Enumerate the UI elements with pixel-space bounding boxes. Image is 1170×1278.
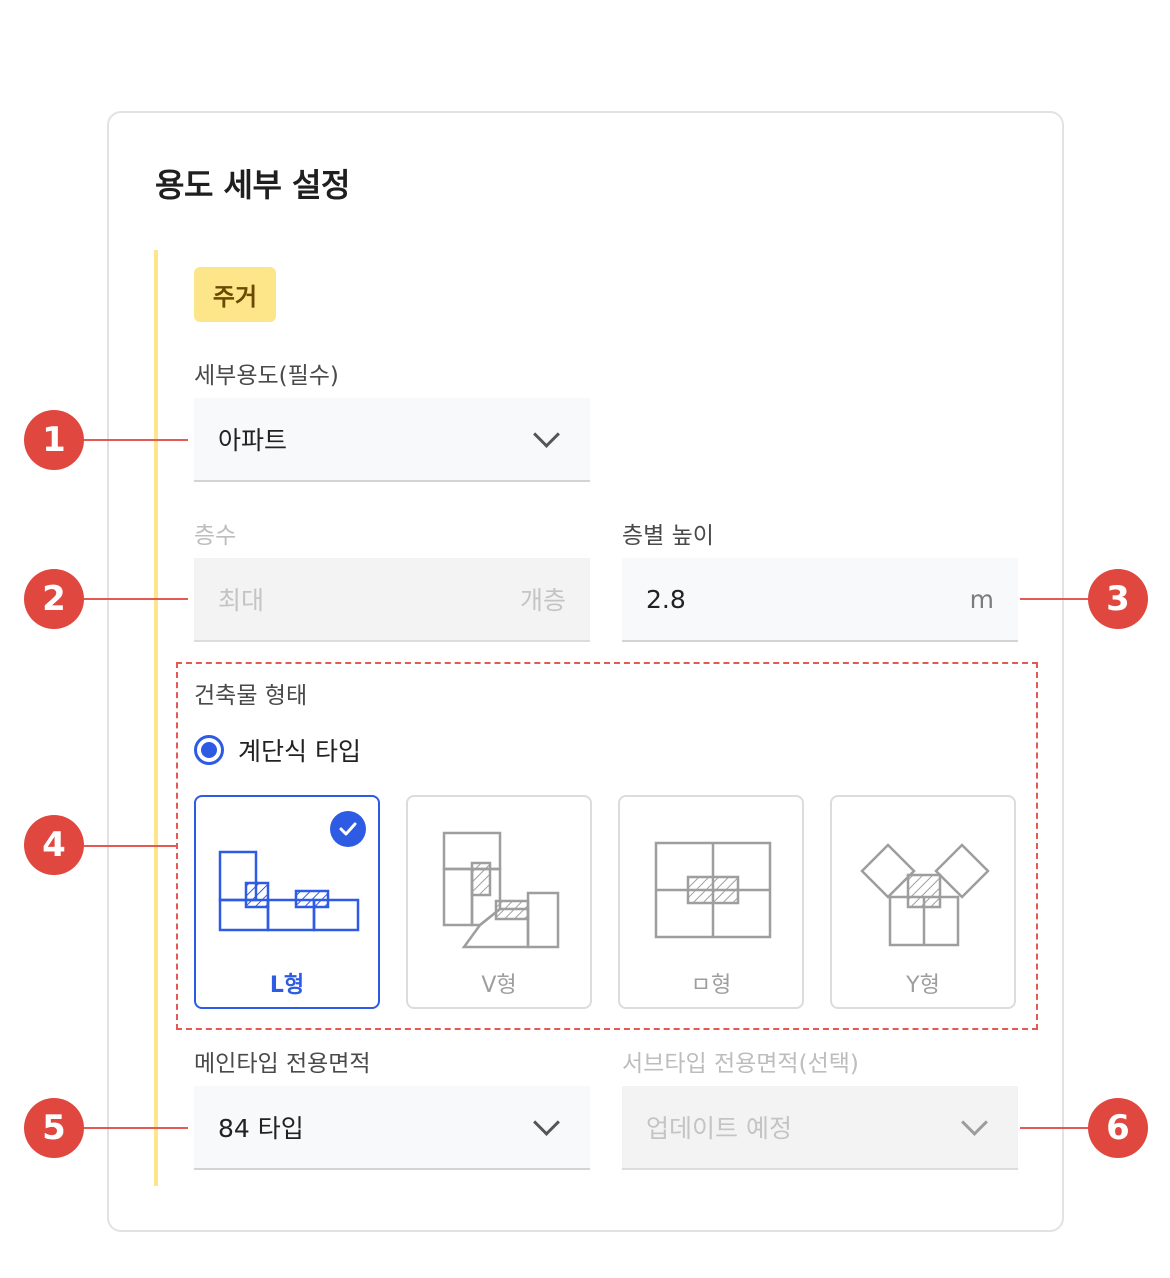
callout-line-6 (1020, 1127, 1090, 1129)
floors-placeholder: 최대 (218, 586, 265, 615)
floor-height-input[interactable]: 2.8 m (622, 558, 1018, 642)
sub-area-value: 업데이트 예정 (646, 1114, 792, 1143)
callout-badge-3: 3 (1088, 569, 1148, 629)
callout-line-3 (1020, 598, 1090, 600)
v-plan-icon (442, 831, 560, 949)
shape-label-square: ㅁ형 (690, 973, 732, 998)
shape-option-square[interactable]: ㅁ형 (618, 795, 804, 1009)
callout-badge-6: 6 (1088, 1098, 1148, 1158)
main-area-select[interactable]: 84 타입 (194, 1086, 590, 1170)
floor-height-value: 2.8 (646, 584, 686, 614)
chevron-down-icon (533, 420, 560, 448)
chevron-down-icon (533, 1108, 560, 1136)
section-accent-line (154, 250, 158, 1186)
stair-type-radio[interactable]: 계단식 타입 (194, 730, 361, 770)
callout-badge-1: 1 (24, 410, 84, 470)
building-form-label: 건축물 형태 (194, 683, 308, 709)
panel-title: 용도 세부 설정 (155, 166, 350, 204)
radio-selected-icon (194, 735, 224, 765)
use-category-chip: 주거 (194, 267, 276, 322)
sub-area-select[interactable]: 업데이트 예정 (622, 1086, 1018, 1170)
y-plan-icon (860, 843, 990, 947)
floors-label: 층수 (194, 523, 237, 549)
callout-line-4 (84, 845, 176, 847)
sub-area-label: 서브타입 전용면적(선택) (622, 1051, 859, 1077)
callout-badge-2: 2 (24, 569, 84, 629)
shape-label-y: Y형 (906, 973, 940, 998)
callout-badge-5: 5 (24, 1098, 84, 1158)
floor-height-label: 층별 높이 (622, 523, 714, 549)
callout-line-2 (84, 598, 188, 600)
detail-use-select[interactable]: 아파트 (194, 398, 590, 482)
shape-label-l: L형 (269, 973, 305, 998)
callout-line-1 (84, 439, 188, 441)
stair-type-label: 계단식 타입 (238, 737, 361, 766)
shape-option-v[interactable]: V형 (406, 795, 592, 1009)
callout-line-5 (84, 1127, 188, 1129)
floors-input[interactable]: 최대 개층 (194, 558, 590, 642)
chevron-down-icon (961, 1108, 988, 1136)
callout-badge-4: 4 (24, 815, 84, 875)
shape-option-l[interactable]: L형 (194, 795, 380, 1009)
shape-label-v: V형 (481, 973, 517, 998)
checkmark-icon (330, 811, 366, 847)
main-area-value: 84 타입 (218, 1114, 304, 1143)
shape-option-y[interactable]: Y형 (830, 795, 1016, 1009)
square-plan-icon (654, 841, 772, 939)
detail-use-value: 아파트 (218, 426, 288, 455)
floor-height-unit: m (969, 584, 994, 614)
detail-use-label: 세부용도(필수) (194, 363, 339, 389)
floors-unit: 개층 (519, 586, 566, 615)
main-area-label: 메인타입 전용면적 (194, 1051, 371, 1077)
